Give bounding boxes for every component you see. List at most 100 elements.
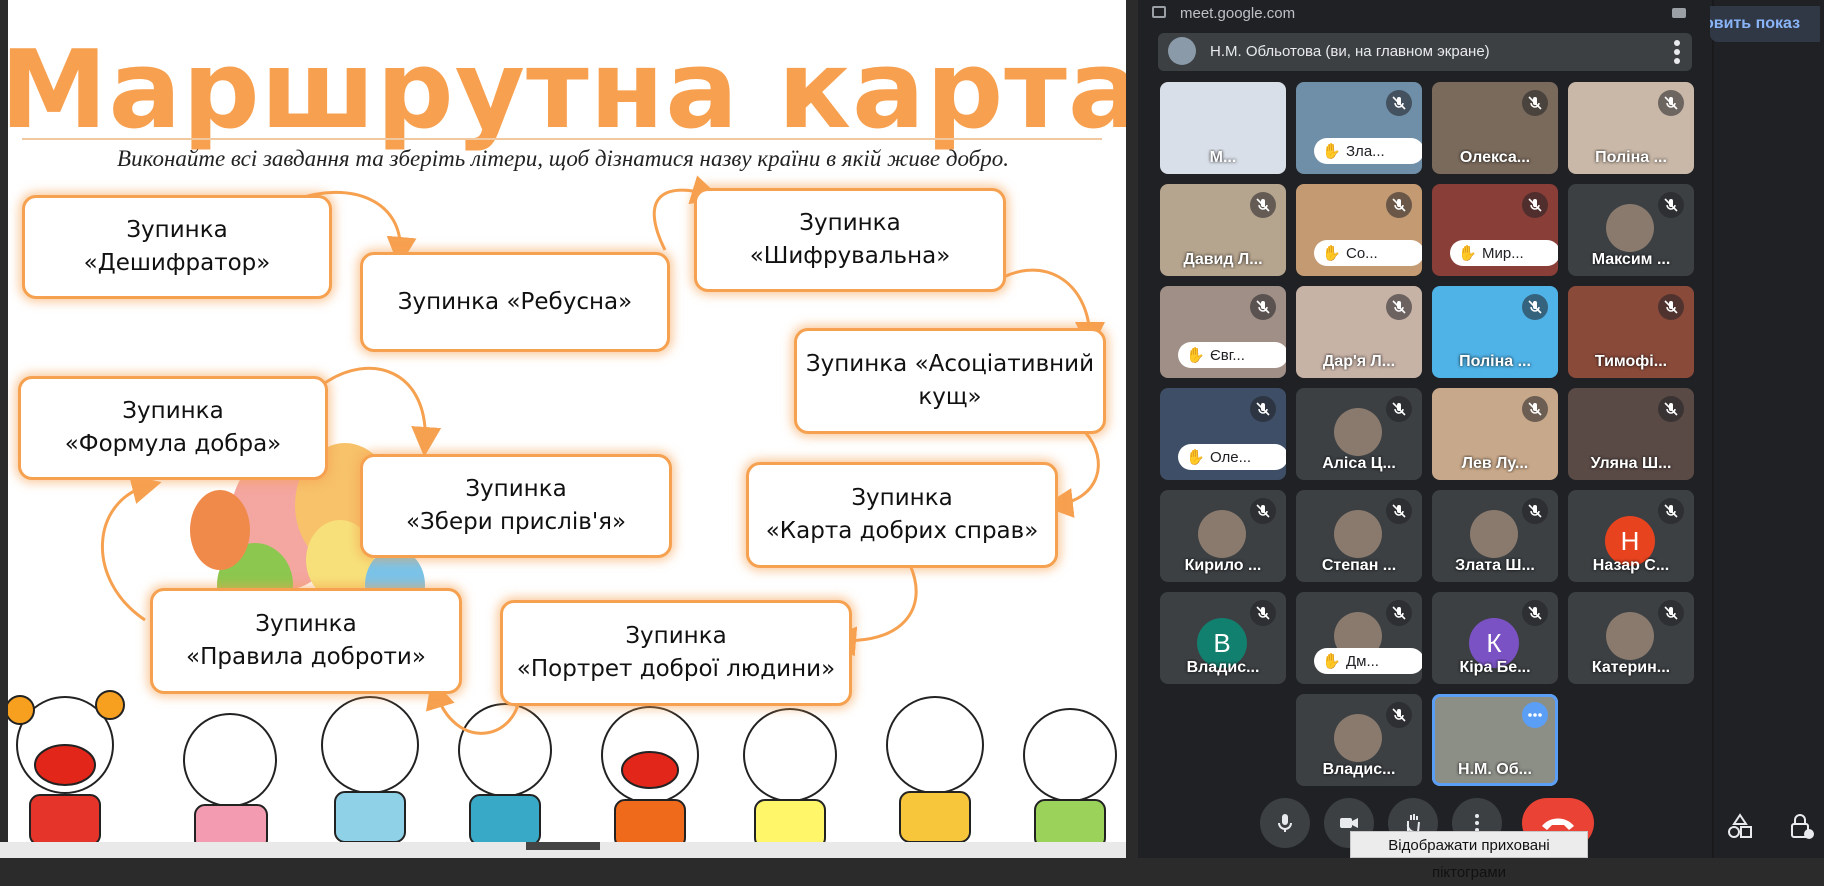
- mic-off-icon: [1658, 294, 1684, 320]
- stop-karta-dobrykh-sprav: Зупинка «Карта добрих справ»: [746, 462, 1058, 568]
- mic-off-icon: [1522, 192, 1548, 218]
- slide-title: Маршрутна карта: [0, 28, 1126, 153]
- raised-hand-badge: ✋ Со...: [1314, 240, 1422, 266]
- participant-tile[interactable]: Лев Лу...: [1432, 388, 1558, 480]
- mic-off-icon: [1250, 192, 1276, 218]
- participant-tile[interactable]: Поліна ...: [1432, 286, 1558, 378]
- more-options-icon[interactable]: [1674, 40, 1680, 64]
- speaker-label: Н.М. Обльотова (ви, на главном экране): [1210, 43, 1490, 60]
- tooltip: Відображати приховані піктограми: [1350, 831, 1588, 881]
- participant-name: Поліна ...: [1595, 149, 1667, 166]
- participant-tile[interactable]: Давид Л...: [1160, 184, 1286, 276]
- participant-name: Степан ...: [1321, 557, 1397, 574]
- mic-off-icon: [1658, 498, 1684, 524]
- mic-off-icon: [1658, 600, 1684, 626]
- participant-name: Максим ...: [1591, 251, 1671, 268]
- avatar: [1606, 612, 1654, 660]
- stop-portret-dobroi-liudyny: Зупинка «Портрет доброї людини»: [500, 600, 852, 706]
- participant-name: Н.М. Об...: [1458, 761, 1532, 778]
- avatar: [1470, 510, 1518, 558]
- arrow: [321, 366, 442, 457]
- participant-tile[interactable]: ✋ Дм...: [1296, 592, 1422, 684]
- participant-tile[interactable]: Н.М. Об...: [1432, 694, 1558, 786]
- participant-tile[interactable]: Дар'я Л...: [1296, 286, 1422, 378]
- participant-tile[interactable]: Н Назар С...: [1568, 490, 1694, 582]
- participant-tile[interactable]: Уляна Ш...: [1568, 388, 1694, 480]
- participant-tile[interactable]: Кирило ...: [1160, 490, 1286, 582]
- mic-off-icon: [1658, 396, 1684, 422]
- participant-tile[interactable]: Тимофі...: [1568, 286, 1694, 378]
- participant-tile[interactable]: ✋ Оле...: [1160, 388, 1286, 480]
- stop-asotsiatyvnyi-kushch: Зупинка «Асоціативний кущ»: [794, 328, 1106, 434]
- stop-presenting-button[interactable]: овить показ: [1710, 6, 1820, 42]
- participant-tile[interactable]: Катерин...: [1568, 592, 1694, 684]
- participant-name: Кіра Бе...: [1459, 659, 1531, 676]
- mic-off-icon: [1658, 192, 1684, 218]
- lock-person-icon[interactable]: [1788, 812, 1816, 840]
- participant-tile[interactable]: Олекса...: [1432, 82, 1558, 174]
- mic-off-icon: [1522, 294, 1548, 320]
- right-side-panel: овить показ: [1704, 0, 1824, 858]
- participant-name: Назар С...: [1592, 557, 1670, 574]
- raised-hand-badge: ✋ Оле...: [1178, 444, 1286, 470]
- participant-tile[interactable]: В Владис...: [1160, 592, 1286, 684]
- mic-off-icon: [1250, 396, 1276, 422]
- participant-name: Владис...: [1322, 761, 1396, 778]
- participant-name: Владис...: [1186, 659, 1260, 676]
- participant-name: Злата Ш...: [1455, 557, 1535, 574]
- stop-rebusna: Зупинка «Ребусна»: [360, 252, 670, 352]
- avatar: [1606, 204, 1654, 252]
- raised-hand-badge: ✋ Зла...: [1314, 138, 1422, 164]
- raised-hand-badge: ✋ Євг...: [1178, 342, 1286, 368]
- participant-tile[interactable]: К Кіра Бе...: [1432, 592, 1558, 684]
- stop-shyfruvalna: Зупинка «Шифрувальна»: [694, 188, 1006, 292]
- participant-tile[interactable]: М...: [1160, 82, 1286, 174]
- mic-off-icon: [1386, 396, 1412, 422]
- participant-tile[interactable]: Владис...: [1296, 694, 1422, 786]
- participant-tile[interactable]: Максим ...: [1568, 184, 1694, 276]
- mic-off-icon: [1250, 600, 1276, 626]
- mic-off-icon: [1522, 498, 1548, 524]
- participant-tile[interactable]: ✋ Євг...: [1160, 286, 1286, 378]
- participant-tile[interactable]: Степан ...: [1296, 490, 1422, 582]
- slide-left-edge: [0, 0, 8, 858]
- avatar: [1334, 408, 1382, 456]
- arrow: [100, 474, 162, 622]
- meet-url-bar: meet.google.com: [1138, 0, 1704, 28]
- participant-tile[interactable]: ✋ Со...: [1296, 184, 1422, 276]
- participant-tile[interactable]: Поліна ...: [1568, 82, 1694, 174]
- hand-icon: ✋: [1458, 245, 1477, 262]
- shapes-icon[interactable]: [1726, 812, 1754, 840]
- stop-formula-dobra: Зупинка «Формула добра»: [18, 376, 328, 480]
- microphone-button[interactable]: [1260, 798, 1310, 848]
- mic-off-icon: [1658, 90, 1684, 116]
- hand-icon: ✋: [1322, 143, 1341, 160]
- avatar: [1334, 714, 1382, 762]
- participant-name: Кирило ...: [1184, 557, 1262, 574]
- participant-name: Олекса...: [1459, 149, 1531, 166]
- participant-tile[interactable]: Злата Ш...: [1432, 490, 1558, 582]
- mic-off-icon: [1386, 192, 1412, 218]
- main-speaker-bar[interactable]: Н.М. Обльотова (ви, на главном экране): [1158, 33, 1692, 71]
- stop-deshyfrator: Зупинка «Дешифратор»: [22, 195, 332, 299]
- avatar: [1198, 510, 1246, 558]
- participant-name: Давид Л...: [1183, 251, 1263, 268]
- participant-tile[interactable]: Аліса Ц...: [1296, 388, 1422, 480]
- hand-icon: ✋: [1322, 653, 1341, 670]
- participant-tile[interactable]: ✋ Мир...: [1432, 184, 1558, 276]
- participant-name: Поліна ...: [1459, 353, 1531, 370]
- mic-off-icon: [1386, 294, 1412, 320]
- slide-scroll-handle[interactable]: [526, 842, 600, 850]
- mic-off-icon: [1250, 294, 1276, 320]
- more-options-icon[interactable]: [1522, 702, 1548, 728]
- mic-off-icon: [1386, 600, 1412, 626]
- participant-name: Тимофі...: [1594, 353, 1668, 370]
- stop-pravyla-dobroty: Зупинка «Правила доброти»: [150, 588, 462, 694]
- mic-off-icon: [1386, 498, 1412, 524]
- participant-name: Уляна Ш...: [1590, 455, 1672, 472]
- participant-name: М...: [1209, 149, 1237, 166]
- mic-off-icon: [1250, 498, 1276, 524]
- participant-tile[interactable]: ✋ Зла...: [1296, 82, 1422, 174]
- meet-panel: meet.google.com Н.М. Обльотова (ви, на г…: [1138, 0, 1704, 858]
- mic-off-icon: [1522, 600, 1548, 626]
